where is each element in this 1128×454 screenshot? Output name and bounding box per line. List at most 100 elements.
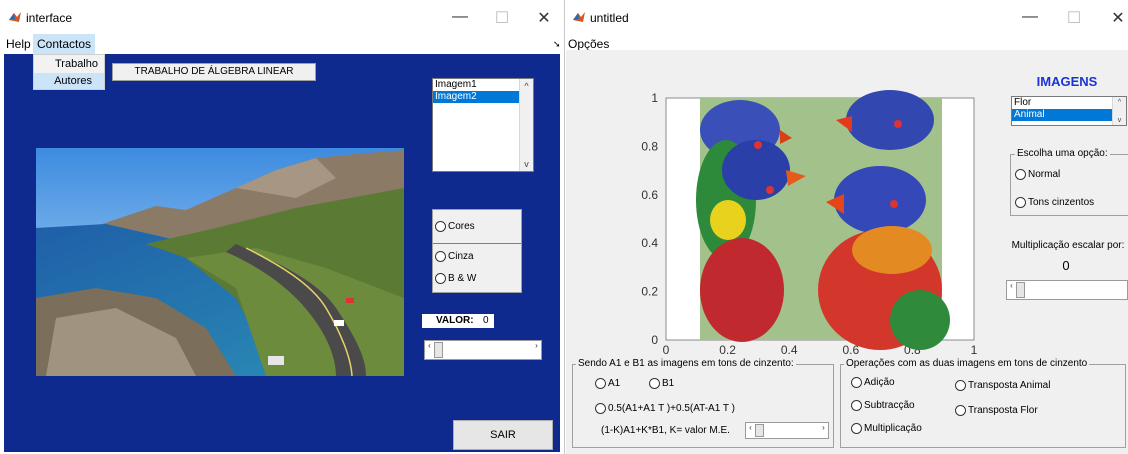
radio-circle[interactable] [1015,197,1026,208]
slider-thumb[interactable] [1016,282,1025,298]
title-bar: untitled — ☐ ✕ [566,0,1128,34]
figure-arrow-icon: ➘ [553,39,561,49]
radio-transposta-animal[interactable]: Transposta Animal [955,380,1050,391]
group-title: Sendo A1 e B1 as imagens em tons de cinz… [576,358,796,369]
x-tick-label: 0.2 [719,343,736,356]
y-tick-label: 0.8 [641,139,658,153]
figure-canvas: 00.20.40.60.8100.20.40.60.81 [566,50,1128,454]
radio-circle[interactable] [595,403,606,414]
radio-label: A1 [608,378,621,390]
slider-right-arrow-icon[interactable]: › [532,341,541,359]
slider-right-arrow-icon[interactable]: › [819,423,828,438]
radio-label: Tons cinzentos [1028,197,1095,209]
image-listbox[interactable]: Imagem1 Imagem2 ^ v [432,78,534,172]
radio-label: 0.5(A1+A1 T )+0.5(AT-A1 T ) [608,403,735,415]
radio-multiplicacao[interactable]: Multiplicação [851,423,922,434]
menu-item-trabalho[interactable]: Trabalho [34,56,104,72]
list-item-imagem1[interactable]: Imagem1 [433,79,533,91]
valor-label: VALOR: [436,315,474,326]
parrots-image [696,90,950,350]
menu-opcoes[interactable]: Opções [568,37,609,51]
radio-label: Cinza [448,251,474,263]
radio-circle[interactable] [955,380,966,391]
radio-tons-cinzentos[interactable]: Tons cinzentos [1015,197,1094,208]
radio-label: Multiplicação [864,423,922,435]
radio-subtraccao[interactable]: Subtracção [851,400,915,411]
close-icon[interactable]: ✕ [534,8,554,28]
list-item-animal[interactable]: Animal [1012,109,1112,121]
radio-circle[interactable] [595,378,606,389]
radio-circle[interactable] [649,378,660,389]
radio-circle[interactable] [1015,169,1026,180]
combination-label: (1-K)A1+K*B1, K= valor M.E. [601,425,730,436]
group-title: Operações com as duas imagens em tons de… [844,358,1090,369]
radio-circle[interactable] [955,405,966,416]
contactos-dropdown: Trabalho Autores [33,54,105,90]
radio-circle[interactable] [435,273,446,284]
radio-circle[interactable] [435,251,446,262]
radio-cores[interactable]: Cores [435,221,475,232]
exit-button[interactable]: SAIR [453,420,553,450]
radio-adicao[interactable]: Adição [851,377,895,388]
matlab-icon [8,10,22,24]
value-slider[interactable]: ‹ › [424,340,542,360]
radio-transposta-flor[interactable]: Transposta Flor [955,405,1038,416]
maximize-icon[interactable]: ☐ [492,8,512,28]
slider-left-arrow-icon[interactable]: ‹ [425,341,434,359]
radio-b1[interactable]: B1 [649,378,674,389]
slider-thumb[interactable] [755,424,764,437]
radio-circle[interactable] [851,377,862,388]
y-tick-label: 0.6 [641,188,658,202]
scalar-slider[interactable]: ‹ [1006,280,1128,300]
radio-circle[interactable] [435,221,446,232]
k-slider[interactable]: ‹ › [745,422,829,439]
header-label: TRABALHO DE ÁLGEBRA LINEAR [112,63,316,81]
list-item-flor[interactable]: Flor [1012,97,1126,109]
menu-item-autores[interactable]: Autores [34,73,104,89]
maximize-icon[interactable]: ☐ [1064,8,1084,28]
slider-left-arrow-icon[interactable]: ‹ [746,423,755,438]
radio-label: B & W [448,273,477,285]
radio-bw[interactable]: B & W [435,273,476,284]
image-listbox[interactable]: Flor Animal ^ v [1011,96,1127,126]
scalar-value: 0 [1062,258,1070,273]
menu-help[interactable]: Help [6,37,31,51]
radio-normal[interactable]: Normal [1015,169,1060,180]
y-tick-label: 0 [651,333,658,347]
radio-label: Cores [448,221,475,233]
radio-symmetric-formula[interactable]: 0.5(A1+A1 T )+0.5(AT-A1 T ) [595,403,735,414]
radio-label: Transposta Flor [968,405,1038,417]
listbox-scrollbar[interactable]: ^ v [519,79,533,171]
y-tick-label: 0.2 [641,285,658,299]
radio-label: Subtracção [864,400,915,412]
radio-label: Transposta Animal [968,380,1051,392]
slider-thumb[interactable] [434,342,443,358]
close-icon[interactable]: ✕ [1108,8,1128,28]
scalar-label: Multiplicação escalar por: [1011,240,1125,251]
x-tick-label: 1 [971,343,978,356]
radio-label: Adição [864,377,895,389]
radio-cinza[interactable]: Cinza [435,251,474,262]
operations-group: Operações com as duas imagens em tons de… [840,358,1126,448]
x-tick-label: 0 [663,343,670,356]
radio-circle[interactable] [851,423,862,434]
menu-contactos[interactable]: Contactos [33,34,96,54]
window-title: untitled [590,11,629,25]
group-title: Escolha uma opção: [1015,148,1110,159]
choose-option-group: Escolha uma opção: Normal Tons cinzentos [1010,148,1128,216]
list-item-imagem2[interactable]: Imagem2 [433,91,519,103]
radio-circle[interactable] [851,400,862,411]
listbox-scrollbar[interactable]: ^ v [1112,97,1126,125]
landscape-image [36,148,404,376]
radio-a1[interactable]: A1 [595,378,620,389]
slider-left-arrow-icon[interactable]: ‹ [1007,281,1016,299]
grayscale-images-group: Sendo A1 e B1 as imagens em tons de cinz… [572,358,834,448]
y-tick-label: 0.4 [641,236,658,250]
valor-value: 0 [483,315,489,326]
menu-bar: Help Contactos ➘ [0,34,564,54]
minimize-icon[interactable]: — [1020,8,1040,26]
window-title: interface [26,11,73,25]
minimize-icon[interactable]: — [450,8,470,26]
color-mode-group: Cores Cinza B & W [432,209,522,293]
valor-display: VALOR: 0 [422,314,494,328]
